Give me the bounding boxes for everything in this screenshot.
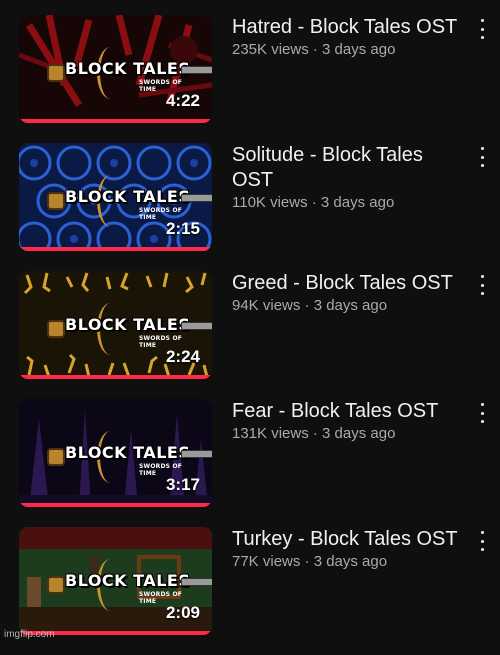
video-thumbnail[interactable]: BLOCK TALES SWORDS OF TIME 4:22 xyxy=(19,15,212,123)
video-info[interactable]: Turkey - Block Tales OST 77K views · 3 d… xyxy=(232,527,460,572)
shield-icon xyxy=(47,192,65,210)
video-meta: 110K views · 3 days ago xyxy=(232,194,395,211)
video-info[interactable]: Fear - Block Tales OST 131K views · 3 da… xyxy=(232,399,460,444)
watch-progress-bar xyxy=(19,247,212,251)
video-title[interactable]: Solitude - Block Tales OST xyxy=(232,143,460,193)
video-meta: 235K views · 3 days ago xyxy=(232,41,396,58)
video-thumbnail[interactable]: BLOCK TALES SWORDS OF TIME 3:17 xyxy=(19,399,212,507)
video-item[interactable]: BLOCK TALES SWORDS OF TIME 2:24 Greed - … xyxy=(0,271,500,399)
video-meta: 94K views · 3 days ago xyxy=(232,297,388,314)
shield-icon xyxy=(47,576,65,594)
more-vertical-icon[interactable] xyxy=(478,531,486,551)
video-info[interactable]: Greed - Block Tales OST 94K views · 3 da… xyxy=(232,271,460,316)
block-tales-logo: BLOCK TALES SWORDS OF TIME xyxy=(47,175,212,227)
video-meta: 131K views · 3 days ago xyxy=(232,425,396,442)
sword-icon xyxy=(181,578,212,586)
shield-icon xyxy=(47,320,65,338)
video-info[interactable]: Hatred - Block Tales OST 235K views · 3 … xyxy=(232,15,460,60)
duration-badge: 2:24 xyxy=(165,347,200,366)
video-title[interactable]: Greed - Block Tales OST xyxy=(232,271,460,296)
video-item[interactable]: BLOCK TALES SWORDS OF TIME 2:09 Turkey -… xyxy=(0,527,500,655)
duration-badge: 2:15 xyxy=(165,219,200,238)
watermark: imgflip.com xyxy=(4,629,55,640)
video-title[interactable]: Fear - Block Tales OST xyxy=(232,399,460,424)
video-title[interactable]: Turkey - Block Tales OST xyxy=(232,527,460,552)
sword-icon xyxy=(181,322,212,330)
duration-badge: 3:17 xyxy=(165,475,200,494)
video-item[interactable]: BLOCK TALES SWORDS OF TIME 2:15 Solitude… xyxy=(0,143,500,271)
video-title[interactable]: Hatred - Block Tales OST xyxy=(232,15,460,40)
more-vertical-icon[interactable] xyxy=(478,147,486,167)
video-info[interactable]: Solitude - Block Tales OST 110K views · … xyxy=(232,143,460,213)
block-tales-logo: BLOCK TALES SWORDS OF TIME xyxy=(47,303,212,355)
more-vertical-icon[interactable] xyxy=(478,403,486,423)
video-thumbnail[interactable]: BLOCK TALES SWORDS OF TIME 2:09 xyxy=(19,527,212,635)
video-meta: 77K views · 3 days ago xyxy=(232,553,388,570)
watch-progress-bar xyxy=(19,375,212,379)
sword-icon xyxy=(181,450,212,458)
duration-badge: 4:22 xyxy=(165,91,200,110)
more-vertical-icon[interactable] xyxy=(478,275,486,295)
video-item[interactable]: BLOCK TALES SWORDS OF TIME 3:17 Fear - B… xyxy=(0,399,500,527)
video-thumbnail[interactable]: BLOCK TALES SWORDS OF TIME 2:24 xyxy=(19,271,212,379)
duration-badge: 2:09 xyxy=(165,603,200,622)
more-vertical-icon[interactable] xyxy=(478,19,486,39)
video-item[interactable]: BLOCK TALES SWORDS OF TIME 4:22 Hatred -… xyxy=(0,15,500,143)
video-thumbnail[interactable]: BLOCK TALES SWORDS OF TIME 2:15 xyxy=(19,143,212,251)
watch-progress-bar xyxy=(19,503,212,507)
shield-icon xyxy=(47,64,65,82)
shield-icon xyxy=(47,448,65,466)
sword-icon xyxy=(181,66,212,74)
watch-progress-bar xyxy=(19,119,212,123)
block-tales-logo: BLOCK TALES SWORDS OF TIME xyxy=(47,431,212,483)
block-tales-logo: BLOCK TALES SWORDS OF TIME xyxy=(47,47,212,99)
block-tales-logo: BLOCK TALES SWORDS OF TIME xyxy=(47,559,212,611)
sword-icon xyxy=(181,194,212,202)
